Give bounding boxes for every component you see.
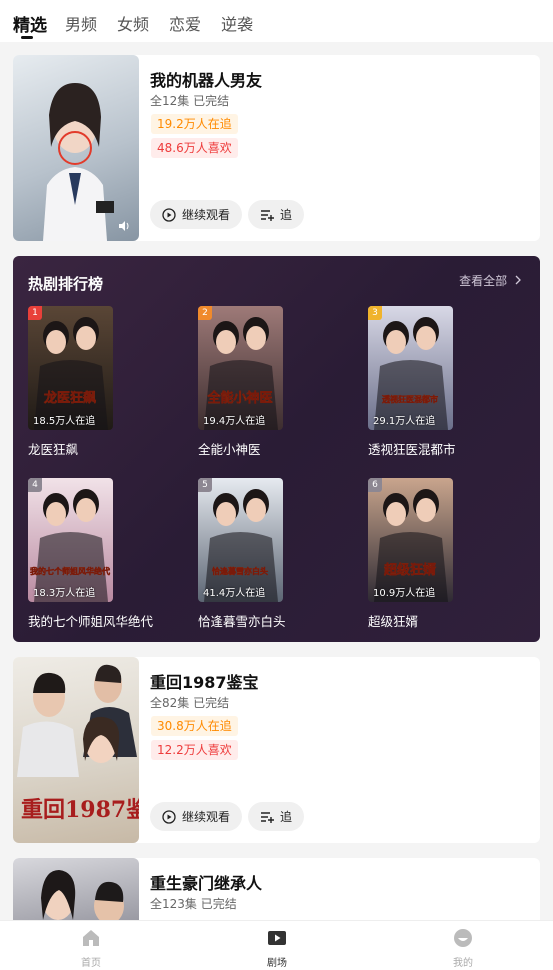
continue-watching-label: 继续观看 bbox=[182, 810, 231, 824]
drama-title: 重生豪门继承人 bbox=[150, 874, 263, 893]
chevron-right-icon bbox=[515, 275, 521, 285]
ranking-poster[interactable]: 透视狂医混都市 3 29.1万人在追 bbox=[368, 306, 453, 430]
drama-card[interactable]: 重生豪门继承人 全123集 已完结 bbox=[13, 858, 540, 920]
nav-theater[interactable]: 剧场 bbox=[247, 928, 307, 969]
ranking-poster[interactable]: 我的七个师姐风华绝代 4 18.3万人在追 bbox=[28, 478, 113, 602]
rank-badge: 2 bbox=[198, 306, 212, 320]
drama-poster[interactable]: 重回1987鉴宝 bbox=[13, 657, 139, 843]
nav-home[interactable]: 首页 bbox=[61, 928, 121, 969]
drama-title: 我的机器人男友 bbox=[150, 71, 263, 90]
follow-button[interactable]: 追 bbox=[248, 802, 305, 831]
watching-count: 29.1万人在追 bbox=[373, 416, 436, 427]
rank-badge: 5 bbox=[198, 478, 212, 492]
poster-text: 恰逢暮雪亦白头 bbox=[212, 566, 268, 576]
watching-count: 18.3万人在追 bbox=[33, 588, 96, 599]
volume-icon[interactable] bbox=[117, 219, 131, 233]
ranking-drama-title[interactable]: 我的七个师姐风华绝代 bbox=[28, 611, 153, 630]
home-icon bbox=[83, 930, 99, 946]
play-icon bbox=[268, 931, 286, 945]
watching-count: 10.9万人在追 bbox=[373, 588, 436, 599]
drama-card[interactable]: 我的机器人男友 全12集 已完结 19.2万人在追 48.6万人喜欢 继续观看 … bbox=[13, 55, 540, 241]
ranking-poster[interactable]: 全能小神医 2 19.4万人在追 bbox=[198, 306, 283, 430]
play-circle-icon bbox=[162, 207, 176, 222]
watching-count: 19.4万人在追 bbox=[203, 416, 266, 427]
nav-home-label: 首页 bbox=[81, 958, 101, 969]
poster-text: 重回1987鉴宝 bbox=[21, 797, 139, 823]
bottom-navigation: 首页 剧场 我的 bbox=[0, 920, 553, 970]
tab-romance[interactable]: 恋爱 bbox=[169, 11, 201, 35]
continue-watching-button[interactable]: 继续观看 bbox=[150, 200, 243, 229]
nav-profile-label: 我的 bbox=[453, 958, 473, 969]
episode-info: 全123集 已完结 bbox=[150, 897, 237, 911]
tab-male[interactable]: 男频 bbox=[65, 11, 97, 35]
rank-badge: 4 bbox=[28, 478, 42, 492]
ranking-poster[interactable]: 恰逢暮雪亦白头 5 41.4万人在追 bbox=[198, 478, 283, 602]
tab-featured[interactable]: 精选 bbox=[13, 11, 47, 36]
ranking-drama-title[interactable]: 超级狂婿 bbox=[368, 611, 418, 630]
poster-text: 全能小神医 bbox=[206, 390, 272, 406]
follow-label: 追 bbox=[280, 810, 293, 824]
follow-button[interactable]: 追 bbox=[248, 200, 305, 229]
top-tab-bar: 精选 男频 女频 恋爱 逆袭 bbox=[0, 0, 553, 42]
view-all-link[interactable]: 查看全部 bbox=[459, 272, 522, 289]
tab-female[interactable]: 女频 bbox=[117, 11, 149, 35]
poster-text: 龙医狂飙 bbox=[44, 390, 96, 406]
ranking-drama-title[interactable]: 龙医狂飙 bbox=[28, 439, 78, 458]
follow-label: 追 bbox=[280, 208, 293, 222]
ranking-title: 热剧排行榜 bbox=[28, 275, 104, 293]
profile-icon bbox=[454, 929, 472, 947]
drama-title: 重回1987鉴宝 bbox=[150, 673, 259, 692]
play-circle-icon bbox=[162, 809, 176, 824]
watching-count: 18.5万人在追 bbox=[33, 416, 96, 427]
active-tab-indicator bbox=[21, 36, 33, 39]
watching-count: 41.4万人在追 bbox=[203, 588, 266, 599]
ranking-drama-title[interactable]: 全能小神医 bbox=[198, 439, 261, 458]
drama-poster[interactable] bbox=[13, 55, 139, 241]
hot-drama-ranking-panel: 热剧排行榜 查看全部 龙医狂飙 1 18.5万人在追 龙医狂飙 全能小神医 2 … bbox=[13, 256, 540, 642]
rank-badge: 6 bbox=[368, 478, 382, 492]
watching-count-badge: 30.8万人在追 bbox=[151, 716, 238, 736]
ranking-poster[interactable]: 超级狂婿 6 10.9万人在追 bbox=[368, 478, 453, 602]
nav-profile[interactable]: 我的 bbox=[433, 928, 493, 969]
ranking-drama-title[interactable]: 恰逢暮雪亦白头 bbox=[198, 611, 286, 630]
likes-count-badge: 12.2万人喜欢 bbox=[151, 740, 238, 760]
rank-badge: 1 bbox=[28, 306, 42, 320]
nav-theater-label: 剧场 bbox=[267, 958, 287, 969]
continue-watching-label: 继续观看 bbox=[182, 208, 231, 222]
likes-count-badge: 48.6万人喜欢 bbox=[151, 138, 238, 158]
poster-text: 超级狂婿 bbox=[384, 562, 437, 578]
episode-info: 全12集 已完结 bbox=[150, 94, 230, 108]
ranking-poster[interactable]: 龙医狂飙 1 18.5万人在追 bbox=[28, 306, 113, 430]
add-list-icon bbox=[261, 811, 274, 823]
poster-text: 透视狂医混都市 bbox=[382, 394, 438, 404]
continue-watching-button[interactable]: 继续观看 bbox=[150, 802, 243, 831]
drama-card[interactable]: 重回1987鉴宝 重回1987鉴宝 全82集 已完结 30.8万人在追 12.2… bbox=[13, 657, 540, 843]
watching-count-badge: 19.2万人在追 bbox=[151, 114, 238, 134]
drama-poster[interactable] bbox=[13, 858, 139, 920]
tab-comeback[interactable]: 逆袭 bbox=[221, 11, 253, 35]
ranking-drama-title[interactable]: 透视狂医混都市 bbox=[368, 439, 456, 458]
episode-info: 全82集 已完结 bbox=[150, 696, 230, 710]
rank-badge: 3 bbox=[368, 306, 382, 320]
poster-text: 我的七个师姐风华绝代 bbox=[30, 566, 110, 576]
add-list-icon bbox=[261, 209, 274, 221]
